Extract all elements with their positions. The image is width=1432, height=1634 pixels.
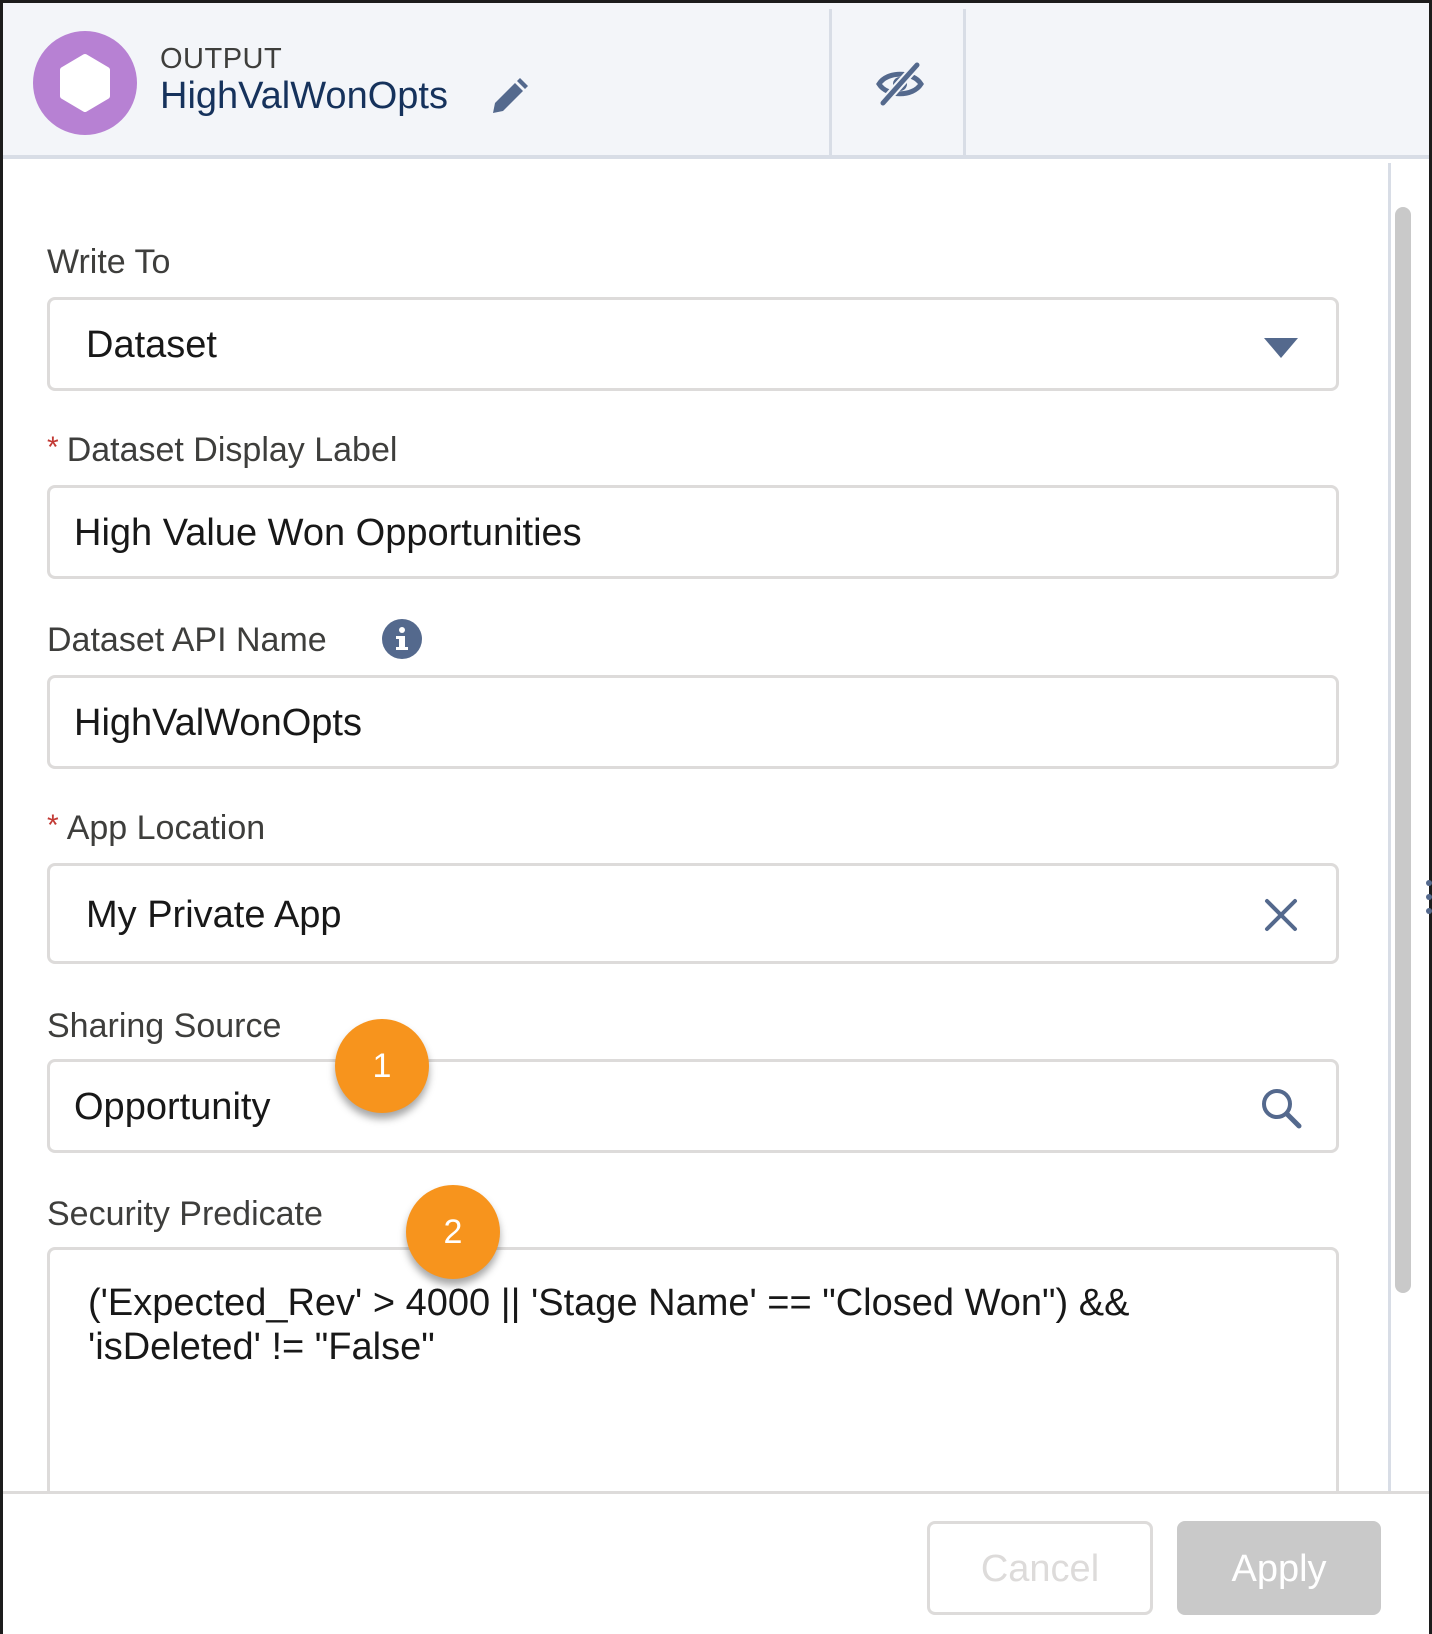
hexagon-icon — [60, 54, 110, 112]
app-location-text: App Location — [66, 809, 266, 847]
security-predicate-textarea[interactable]: ('Expected_Rev' > 4000 || 'Stage Name' =… — [47, 1247, 1339, 1507]
display-label-value: High Value Won Opportunities — [74, 512, 582, 554]
node-type-label: OUTPUT — [160, 43, 283, 75]
app-location-input[interactable]: My Private App — [47, 863, 1339, 964]
sharing-source-value: Opportunity — [74, 1086, 271, 1128]
required-marker: * — [47, 431, 59, 464]
display-label-label: * Dataset Display Label — [47, 431, 397, 470]
panel-edge — [1388, 163, 1391, 1493]
pencil-icon[interactable] — [487, 75, 531, 119]
panel-header: OUTPUT HighValWonOpts — [3, 3, 1429, 159]
info-icon[interactable] — [381, 618, 423, 660]
app-location-value: My Private App — [86, 894, 342, 936]
search-icon[interactable] — [1260, 1087, 1302, 1129]
callout-badge-2: 2 — [406, 1185, 500, 1279]
close-icon[interactable] — [1264, 898, 1298, 932]
output-node-panel: OUTPUT HighValWonOpts Write To Dataset *… — [0, 0, 1432, 1634]
predicate-line: 'isDeleted' != "False" — [88, 1326, 435, 1368]
chevron-down-icon — [1264, 338, 1298, 358]
sharing-source-input[interactable]: Opportunity — [47, 1059, 1339, 1153]
sharing-source-label: Sharing Source — [47, 1007, 282, 1045]
api-name-input[interactable]: HighValWonOpts — [47, 675, 1339, 769]
header-divider — [963, 9, 966, 155]
node-name: HighValWonOpts — [160, 75, 448, 117]
display-label-input[interactable]: High Value Won Opportunities — [47, 485, 1339, 579]
resize-handle-icon[interactable] — [1425, 879, 1432, 915]
display-label-text: Dataset Display Label — [66, 431, 398, 469]
scrollbar[interactable] — [1395, 207, 1411, 1293]
write-to-select[interactable]: Dataset — [47, 297, 1339, 391]
app-location-label: * App Location — [47, 809, 265, 848]
callout-badge-1: 1 — [335, 1019, 429, 1113]
panel-footer: Cancel Apply — [3, 1491, 1429, 1634]
predicate-line: ('Expected_Rev' > 4000 || 'Stage Name' =… — [88, 1282, 1130, 1324]
api-name-value: HighValWonOpts — [74, 702, 362, 744]
apply-button[interactable]: Apply — [1177, 1521, 1381, 1615]
header-divider — [829, 9, 832, 155]
write-to-value: Dataset — [86, 324, 217, 366]
cancel-button[interactable]: Cancel — [927, 1521, 1153, 1615]
output-node-icon — [33, 31, 137, 135]
required-marker: * — [47, 809, 59, 842]
eye-hidden-icon[interactable] — [875, 61, 925, 107]
security-predicate-label: Security Predicate — [47, 1195, 323, 1233]
write-to-label: Write To — [47, 243, 171, 281]
api-name-label: Dataset API Name — [47, 621, 327, 659]
